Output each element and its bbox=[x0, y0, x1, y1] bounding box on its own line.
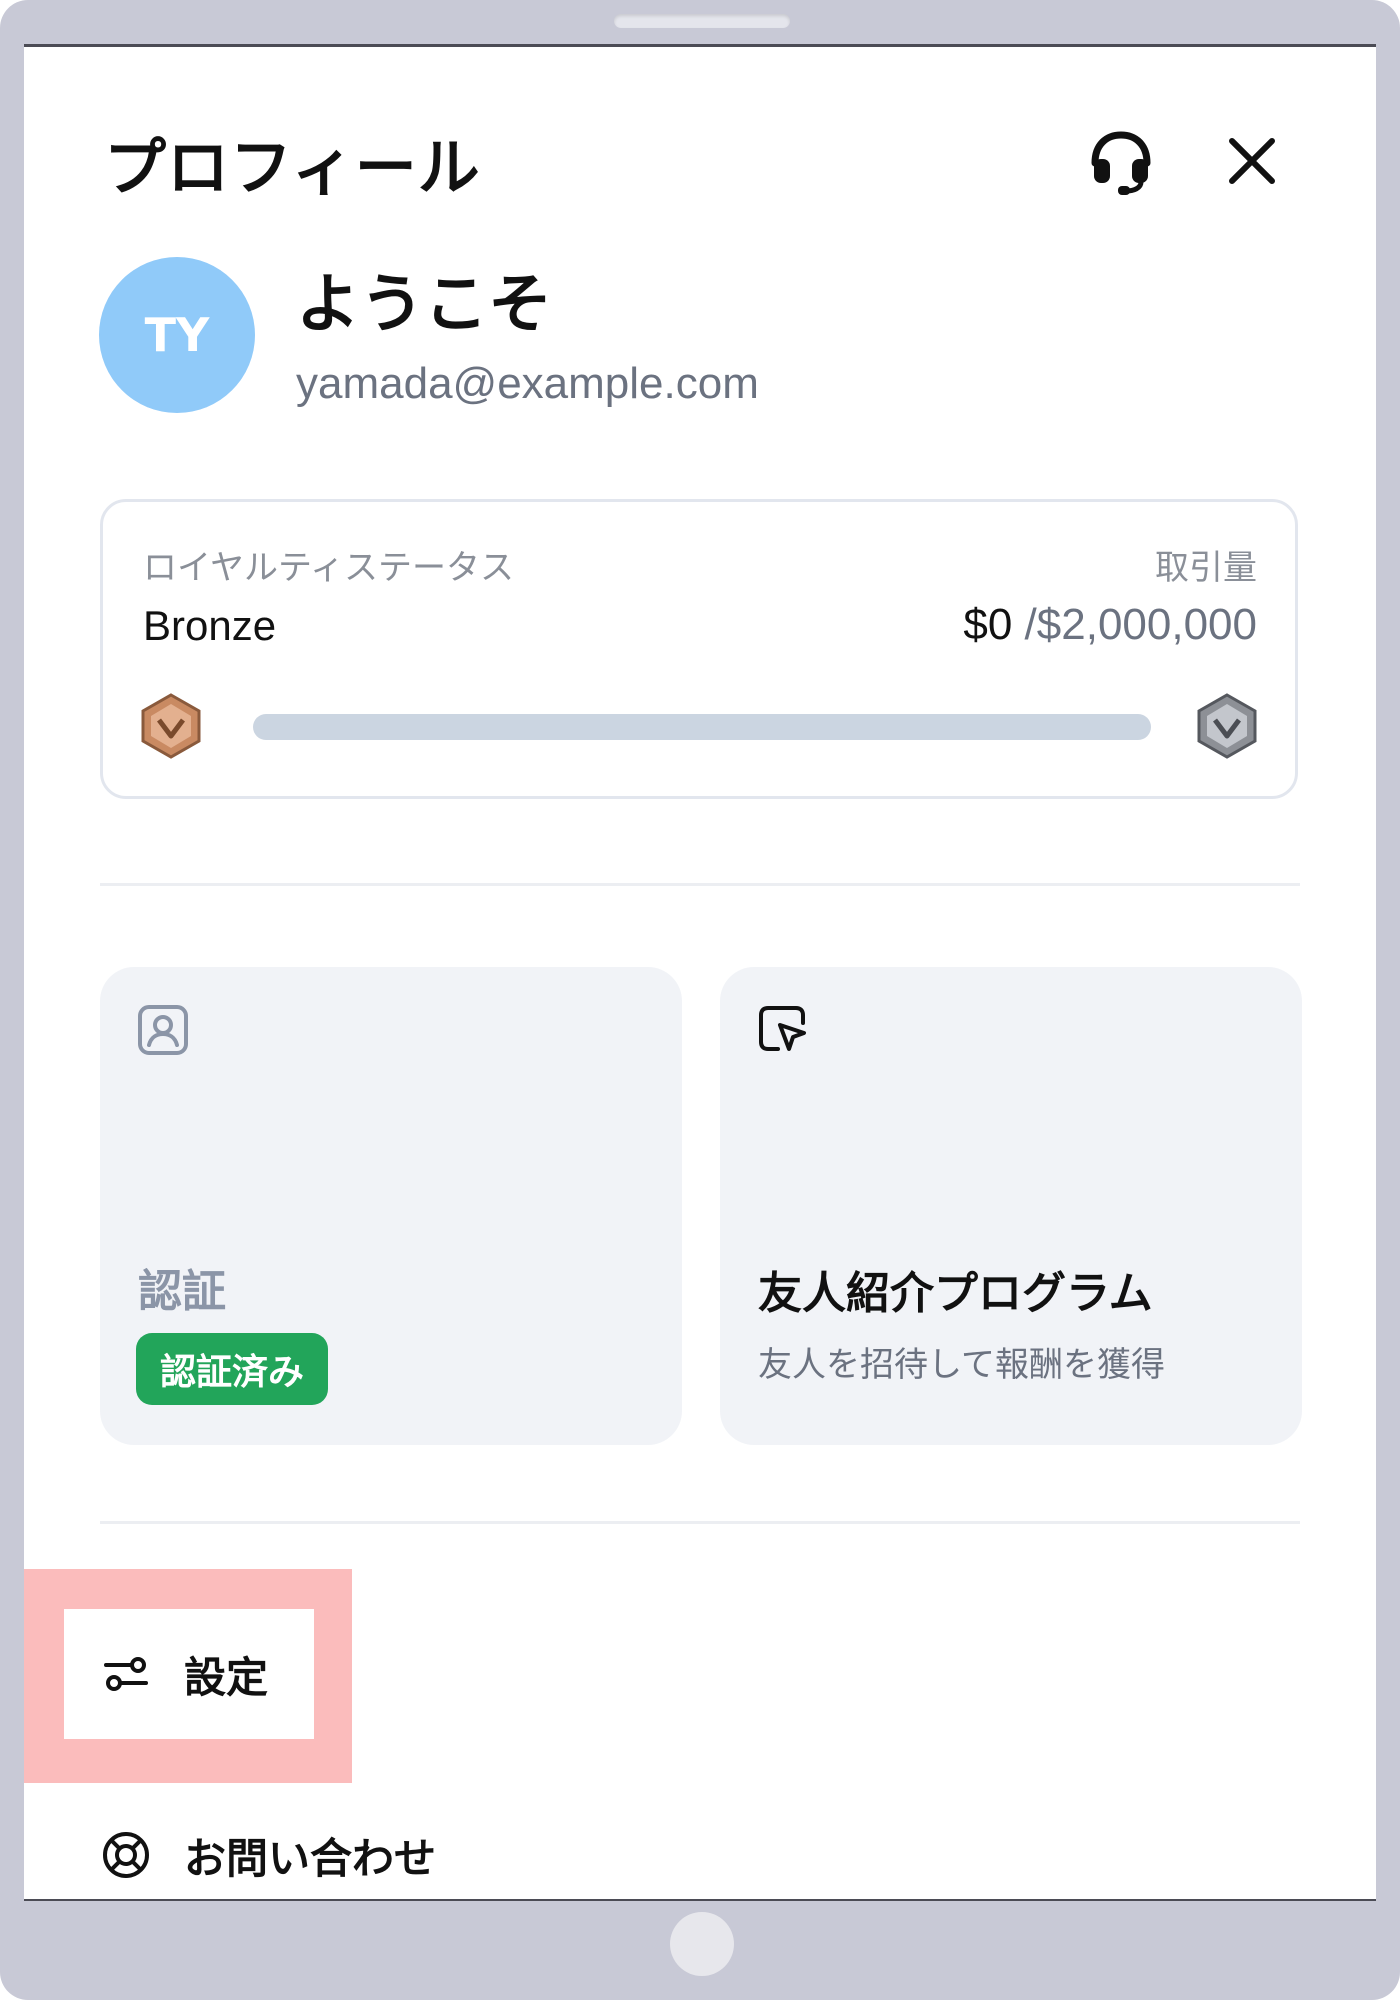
headset-icon bbox=[1091, 131, 1151, 195]
device-speaker bbox=[614, 14, 790, 28]
page-title: プロフィール bbox=[104, 131, 481, 204]
volume-separator: / bbox=[1024, 600, 1037, 649]
loyalty-tier: Bronze bbox=[143, 602, 277, 649]
volume-current: $0 bbox=[963, 600, 1013, 649]
bronze-badge-icon bbox=[141, 693, 201, 759]
lifebuoy-icon bbox=[103, 1832, 149, 1878]
contact-label: お問い合わせ bbox=[184, 1833, 437, 1883]
tablet-frame: プロフィール TY ようこそ yamada@example.com ロイヤルティ… bbox=[0, 0, 1400, 2000]
silver-badge-icon bbox=[1197, 693, 1257, 759]
avatar: TY bbox=[99, 257, 255, 413]
volume-goal: $2,000,000 bbox=[1036, 600, 1257, 649]
verification-title: 認証 bbox=[138, 1266, 226, 1317]
contact-menu-item[interactable]: お問い合わせ bbox=[100, 1819, 436, 1891]
verified-status-badge: 認証済み bbox=[136, 1333, 329, 1405]
loyalty-status-label: ロイヤルティステータス bbox=[143, 548, 514, 588]
referral-program-tile[interactable]: 友人紹介プログラム 友人を招待して報酬を獲得 bbox=[720, 967, 1302, 1445]
settings-menu-item[interactable]: 設定 bbox=[64, 1609, 314, 1739]
section-divider bbox=[100, 883, 1300, 886]
referral-title: 友人紹介プログラム bbox=[758, 1268, 1153, 1319]
close-button[interactable] bbox=[1216, 125, 1288, 197]
trading-volume-value: $0 /$2,000,000 bbox=[963, 600, 1257, 650]
section-divider bbox=[100, 1521, 1300, 1524]
support-button[interactable] bbox=[1080, 119, 1162, 201]
close-icon bbox=[1229, 138, 1275, 184]
referral-pointer-icon bbox=[759, 1006, 806, 1051]
loyalty-status-card: ロイヤルティステータス 取引量 Bronze $0 /$2,000,000 bbox=[100, 499, 1298, 799]
id-card-icon bbox=[138, 1005, 188, 1055]
sliders-icon bbox=[104, 1657, 148, 1691]
welcome-heading: ようこそ bbox=[296, 268, 552, 342]
settings-label: 設定 bbox=[184, 1652, 269, 1702]
referral-subtitle: 友人を招待して報酬を獲得 bbox=[758, 1345, 1165, 1385]
verification-tile[interactable]: 認証 認証済み bbox=[100, 967, 682, 1445]
trading-volume-label: 取引量 bbox=[1155, 548, 1257, 588]
user-email: yamada@example.com bbox=[296, 359, 759, 408]
loyalty-progress-bar bbox=[253, 714, 1151, 740]
profile-screen: プロフィール TY ようこそ yamada@example.com ロイヤルティ… bbox=[24, 44, 1376, 1901]
home-button[interactable] bbox=[670, 1912, 734, 1976]
